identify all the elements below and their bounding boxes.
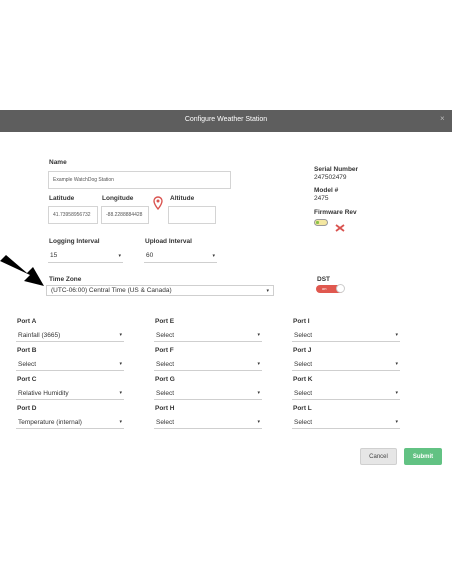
chevron-down-icon: ▾ — [266, 287, 269, 294]
time-zone-value: (UTC-06:00) Central Time (US & Canada) — [51, 287, 172, 294]
serial-number-label: Serial Number — [314, 166, 359, 173]
chevron-down-icon: ▾ — [395, 419, 398, 425]
port-value: Select — [294, 389, 313, 397]
upload-interval-select[interactable]: 60 ▾ — [144, 249, 217, 263]
longitude-label: Longitude — [102, 195, 134, 202]
altitude-label: Altitude — [170, 195, 195, 202]
latitude-input[interactable]: 41.73958956732 — [48, 206, 98, 224]
map-pin-icon[interactable] — [153, 196, 163, 211]
chevron-down-icon: ▾ — [395, 361, 398, 367]
port-h-select[interactable]: Select ▾ — [154, 416, 262, 429]
port-label: Port H — [155, 405, 175, 412]
time-zone-select[interactable]: (UTC-06:00) Central Time (US & Canada) ▾ — [46, 285, 274, 296]
chevron-down-icon: ▾ — [119, 419, 122, 425]
port-value: Temperature (internal) — [18, 418, 82, 426]
close-icon[interactable]: × — [440, 114, 445, 123]
logging-interval-label: Logging Interval — [49, 238, 100, 245]
port-g-select[interactable]: Select ▾ — [154, 387, 262, 400]
port-label: Port B — [17, 347, 37, 354]
port-value: Select — [156, 331, 175, 339]
chevron-down-icon: ▾ — [257, 332, 260, 338]
logging-interval-value: 15 — [50, 252, 58, 259]
port-value: Select — [294, 360, 313, 368]
name-input[interactable]: Example WatchDog Station — [48, 171, 231, 189]
logging-interval-select[interactable]: 15 ▾ — [48, 249, 123, 263]
chevron-down-icon: ▾ — [257, 419, 260, 425]
name-label: Name — [49, 159, 67, 166]
port-value: Select — [156, 418, 175, 426]
port-label: Port I — [293, 318, 310, 325]
port-label: Port F — [155, 347, 174, 354]
port-label: Port E — [155, 318, 175, 325]
close-x-icon[interactable] — [334, 219, 346, 232]
port-f-select[interactable]: Select ▾ — [154, 358, 262, 371]
dst-toggle[interactable]: on — [316, 284, 345, 293]
submit-button[interactable]: Submit — [404, 448, 442, 465]
port-c-select[interactable]: Relative Humidity ▾ — [16, 387, 124, 400]
chevron-down-icon: ▾ — [257, 361, 260, 367]
model-label: Model # — [314, 187, 339, 194]
port-label: Port A — [17, 318, 37, 325]
model-value: 2475 — [314, 195, 329, 202]
dst-toggle-text: on — [322, 286, 327, 291]
port-value: Select — [18, 360, 37, 368]
port-d-select[interactable]: Temperature (internal) ▾ — [16, 416, 124, 429]
port-label: Port D — [17, 405, 37, 412]
upload-interval-value: 60 — [146, 252, 154, 259]
port-i-select[interactable]: Select ▾ — [292, 329, 400, 342]
dst-label: DST — [317, 276, 330, 283]
port-label: Port J — [293, 347, 312, 354]
port-label: Port L — [293, 405, 312, 412]
latitude-label: Latitude — [49, 195, 75, 202]
port-value: Select — [156, 389, 175, 397]
arrow-icon — [0, 253, 48, 289]
port-j-select[interactable]: Select ▾ — [292, 358, 400, 371]
port-k-select[interactable]: Select ▾ — [292, 387, 400, 400]
chevron-down-icon: ▾ — [118, 252, 121, 259]
port-b-select[interactable]: Select ▾ — [16, 358, 124, 371]
port-value: Select — [294, 331, 313, 339]
upload-interval-label: Upload Interval — [145, 238, 192, 245]
chevron-down-icon: ▾ — [119, 332, 122, 338]
port-value: Relative Humidity — [18, 389, 69, 397]
chevron-down-icon: ▾ — [119, 390, 122, 396]
chevron-down-icon: ▾ — [395, 390, 398, 396]
chevron-down-icon: ▾ — [257, 390, 260, 396]
port-label: Port K — [293, 376, 313, 383]
firmware-toggle[interactable] — [314, 219, 328, 226]
altitude-input[interactable] — [168, 206, 216, 224]
port-e-select[interactable]: Select ▾ — [154, 329, 262, 342]
port-label: Port G — [155, 376, 175, 383]
port-label: Port C — [17, 376, 37, 383]
modal-title: Configure Weather Station — [184, 116, 268, 123]
port-a-select[interactable]: Rainfall (3665) ▾ — [16, 329, 124, 342]
chevron-down-icon: ▾ — [212, 252, 215, 259]
cancel-button[interactable]: Cancel — [360, 448, 397, 465]
longitude-input[interactable]: -88.2288884428 — [101, 206, 149, 224]
chevron-down-icon: ▾ — [119, 361, 122, 367]
port-l-select[interactable]: Select ▾ — [292, 416, 400, 429]
serial-number-value: 247502479 — [314, 174, 347, 181]
time-zone-label: Time Zone — [49, 276, 82, 283]
port-value: Select — [156, 360, 175, 368]
port-value: Select — [294, 418, 313, 426]
port-value: Rainfall (3665) — [18, 331, 61, 339]
chevron-down-icon: ▾ — [395, 332, 398, 338]
firmware-label: Firmware Rev — [314, 209, 357, 216]
